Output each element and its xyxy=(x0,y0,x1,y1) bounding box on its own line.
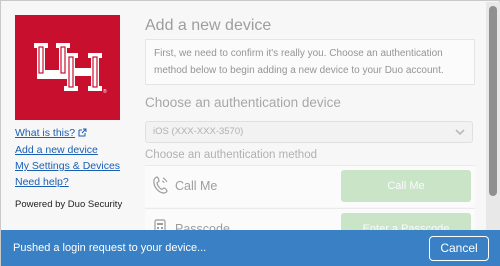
method-label-call: Call Me xyxy=(175,179,218,193)
device-select-value: iOS (XXX-XXX-3570) xyxy=(153,126,244,137)
scrollbar[interactable] xyxy=(486,2,500,230)
method-heading: Choose an authentication method xyxy=(145,149,317,161)
cancel-button[interactable]: Cancel xyxy=(429,236,489,261)
what-is-this-link[interactable]: What is this? xyxy=(15,125,120,142)
device-heading: Choose an authentication device xyxy=(145,95,341,110)
status-bar: Pushed a login request to your device...… xyxy=(1,230,500,266)
method-row-call: Call Me Call Me xyxy=(145,165,475,207)
status-message: Pushed a login request to your device... xyxy=(13,242,207,254)
powered-by-text: Powered by Duo Security xyxy=(15,199,123,210)
my-settings-devices-link[interactable]: My Settings & Devices xyxy=(15,158,120,174)
chevron-down-icon xyxy=(454,126,466,141)
need-help-link[interactable]: Need help? xyxy=(15,174,120,190)
main-panel: Add a new device First, we need to confi… xyxy=(145,1,477,266)
device-select[interactable]: iOS (XXX-XXX-3570) xyxy=(145,121,473,143)
info-box: First, we need to confirm it's really yo… xyxy=(145,39,475,85)
what-is-this-label: What is this? xyxy=(15,127,76,139)
page-title: Add a new device xyxy=(145,17,272,34)
add-new-device-link[interactable]: Add a new device xyxy=(15,142,120,158)
external-link-icon xyxy=(78,126,87,142)
call-me-button[interactable]: Call Me xyxy=(341,170,471,202)
uh-logo: ® xyxy=(15,15,120,120)
phone-icon xyxy=(153,176,169,199)
sidebar-links: What is this? Add a new device My Settin… xyxy=(15,125,120,190)
scrollbar-thumb[interactable] xyxy=(489,6,497,196)
duo-prompt-frame: ® What is this? Add a new device My Sett… xyxy=(0,0,500,266)
svg-text:®: ® xyxy=(103,88,107,95)
